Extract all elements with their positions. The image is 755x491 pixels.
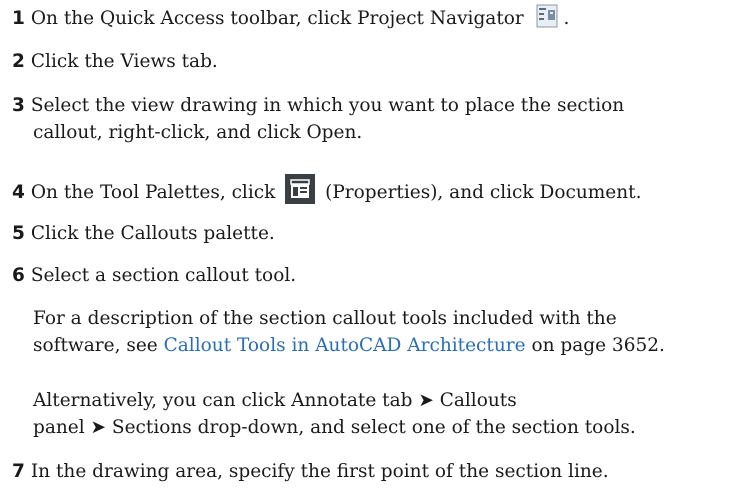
step-4: 4 On the Tool Palettes, click (Properties… — [12, 174, 641, 207]
step-text: On the Tool Palettes, click — [30, 182, 276, 203]
step-text-end: . — [563, 8, 570, 29]
step-1: 1 On the Quick Access toolbar, click Proj… — [12, 4, 569, 33]
step-2: 2 Click the Views tab. — [12, 48, 218, 76]
note-1-line-1: For a description of the section callout… — [33, 308, 617, 329]
step-5: 5 Click the Callouts palette. — [12, 220, 275, 248]
step-number: 3 — [12, 95, 25, 116]
step-text-end: (Properties), and click Document. — [325, 182, 642, 203]
step-3-line-2: callout, right-click, and click Open. — [33, 122, 363, 143]
project-navigator-icon — [536, 4, 558, 28]
step-number: 6 — [12, 265, 25, 286]
step-text: Click the Callouts palette. — [30, 223, 275, 244]
step-text: Select the view drawing in which you wan… — [30, 95, 625, 116]
step-text: On the Quick Access toolbar, click Proje… — [30, 8, 524, 29]
step-7: 7 In the drawing area, specify the first … — [12, 458, 609, 486]
step-text: In the drawing area, specify the first p… — [30, 461, 609, 482]
step-text: Click the Views tab. — [30, 51, 218, 72]
step-3: 3 Select the view drawing in which you wa… — [12, 92, 624, 120]
note-text-end: on page 3652. — [531, 335, 665, 356]
step-number: 1 — [12, 8, 25, 29]
note-2-line-1: Alternatively, you can click Annotate ta… — [33, 390, 517, 411]
step-text: Select a section callout tool. — [30, 265, 297, 286]
document-page: 1 On the Quick Access toolbar, click Proj… — [0, 0, 755, 491]
note-1-line-2: software, see Callout Tools in AutoCAD A… — [33, 332, 665, 360]
properties-icon — [285, 174, 316, 204]
note-text: software, see — [33, 335, 158, 356]
callout-tools-link[interactable]: Callout Tools in AutoCAD Architecture — [164, 335, 526, 356]
step-6: 6 Select a section callout tool. — [12, 262, 296, 290]
step-number: 7 — [12, 461, 25, 482]
step-number: 4 — [12, 182, 25, 203]
step-number: 5 — [12, 223, 25, 244]
step-number: 2 — [12, 51, 25, 72]
note-2-line-2: panel ➤ Sections drop-down, and select o… — [33, 417, 636, 438]
